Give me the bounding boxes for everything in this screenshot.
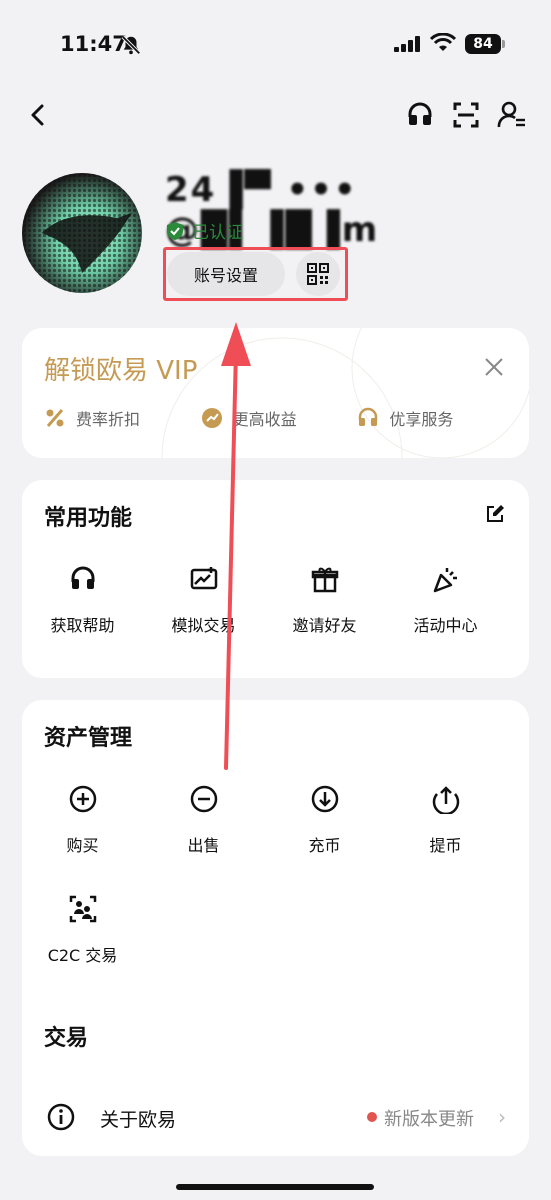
close-icon[interactable] — [483, 356, 505, 378]
headset-icon — [408, 102, 432, 125]
user-settings-icon — [497, 101, 525, 128]
info-icon — [47, 1103, 75, 1131]
percent-icon — [46, 409, 64, 427]
chevron-left-icon — [31, 104, 44, 126]
update-dot — [367, 1112, 377, 1122]
battery-tip — [502, 40, 505, 48]
party-popper-icon — [433, 568, 457, 593]
get-help-item[interactable]: 获取帮助 — [22, 564, 143, 636]
yield-icon — [201, 408, 222, 428]
grid-label: 充币 — [308, 836, 341, 855]
asset-grid-row-1: 购买 出售 充币 提币 — [22, 784, 529, 856]
minus-circle-icon — [190, 785, 217, 813]
status-bar: 11:47 84 — [0, 0, 551, 90]
edit-icon[interactable] — [485, 504, 505, 524]
perk-premium-service: 优享服务 — [357, 406, 514, 430]
verified-badge: 已认证 — [166, 218, 243, 243]
common-functions-grid: 获取帮助 模拟交易 邀请好友 活动中心 — [22, 564, 529, 636]
verified-label: 已认证 — [192, 223, 243, 243]
asset-grid-row-2: C2C 交易 — [22, 894, 529, 966]
demo-trade-icon — [190, 567, 217, 590]
customer-service-button[interactable] — [402, 95, 438, 135]
vip-banner[interactable]: 解锁欧易 VIP 费率折扣 更高收益 优享服务 — [22, 328, 529, 458]
section-title: 交易 — [44, 1026, 89, 1051]
grid-label: 模拟交易 — [171, 616, 236, 635]
grid-label: 邀请好友 — [292, 616, 357, 635]
grid-label: 提币 — [429, 836, 462, 855]
headset-icon — [359, 407, 378, 426]
scan-icon — [453, 102, 479, 128]
withdraw-icon — [432, 786, 459, 814]
chevron-right-icon: › — [498, 1105, 506, 1129]
perk-label: 更高收益 — [232, 410, 297, 429]
deposit-icon — [311, 785, 338, 813]
gift-icon — [311, 567, 338, 593]
status-time: 11:47 — [60, 32, 127, 56]
cellular-signal-icon — [394, 36, 420, 52]
about-label: 关于欧易 — [100, 1109, 177, 1131]
perk-label: 优享服务 — [389, 410, 454, 429]
profile-switch-button[interactable] — [494, 95, 530, 135]
asset-management-card: 资产管理 购买 出售 充币 提币 C2C 交易 交易 — [22, 700, 529, 1100]
perk-label: 费率折扣 — [76, 410, 141, 429]
demo-trading-item[interactable]: 模拟交易 — [143, 564, 264, 636]
grid-label: 出售 — [187, 836, 220, 855]
vip-title: 解锁欧易 VIP — [44, 356, 198, 386]
buy-item[interactable]: 购买 — [22, 784, 143, 856]
vip-background-pattern — [161, 328, 529, 458]
about-row[interactable]: 关于欧易 新版本更新 › — [22, 1078, 529, 1156]
perk-fee-discount: 费率折扣 — [44, 406, 201, 430]
perk-higher-yield: 更高收益 — [201, 406, 358, 430]
bell-off-icon — [121, 35, 141, 55]
deposit-item[interactable]: 充币 — [264, 784, 385, 856]
update-label: 新版本更新 — [384, 1109, 474, 1130]
grid-label: 购买 — [66, 836, 99, 855]
qr-code-icon — [307, 263, 329, 285]
activity-center-item[interactable]: 活动中心 — [385, 564, 506, 636]
vip-perks: 费率折扣 更高收益 优享服务 — [44, 406, 514, 430]
shield-check-icon — [167, 221, 183, 240]
c2c-trade-item[interactable]: C2C 交易 — [22, 894, 143, 966]
wifi-icon — [430, 33, 456, 51]
back-button[interactable] — [20, 95, 56, 135]
invite-friends-item[interactable]: 邀请好友 — [264, 564, 385, 636]
avatar[interactable] — [22, 173, 142, 293]
battery-indicator: 84 — [465, 34, 501, 54]
scan-button[interactable] — [448, 95, 484, 135]
withdraw-item[interactable]: 提币 — [385, 784, 506, 856]
grid-label: C2C 交易 — [47, 946, 118, 965]
account-settings-button[interactable]: 账号设置 — [167, 252, 285, 296]
section-title: 资产管理 — [44, 726, 133, 751]
nav-bar — [0, 95, 551, 139]
grid-label: 活动中心 — [413, 616, 478, 635]
plus-circle-icon — [69, 785, 96, 813]
home-indicator[interactable] — [176, 1184, 374, 1190]
qr-code-button[interactable] — [296, 252, 340, 296]
common-functions-card: 常用功能 获取帮助 模拟交易 邀请好友 活动中心 — [22, 480, 529, 678]
avatar-artwork — [22, 173, 142, 293]
c2c-icon — [69, 895, 96, 923]
section-title: 常用功能 — [44, 506, 133, 531]
grid-label: 获取帮助 — [50, 616, 115, 635]
headset-icon — [71, 566, 94, 589]
sell-item[interactable]: 出售 — [143, 784, 264, 856]
